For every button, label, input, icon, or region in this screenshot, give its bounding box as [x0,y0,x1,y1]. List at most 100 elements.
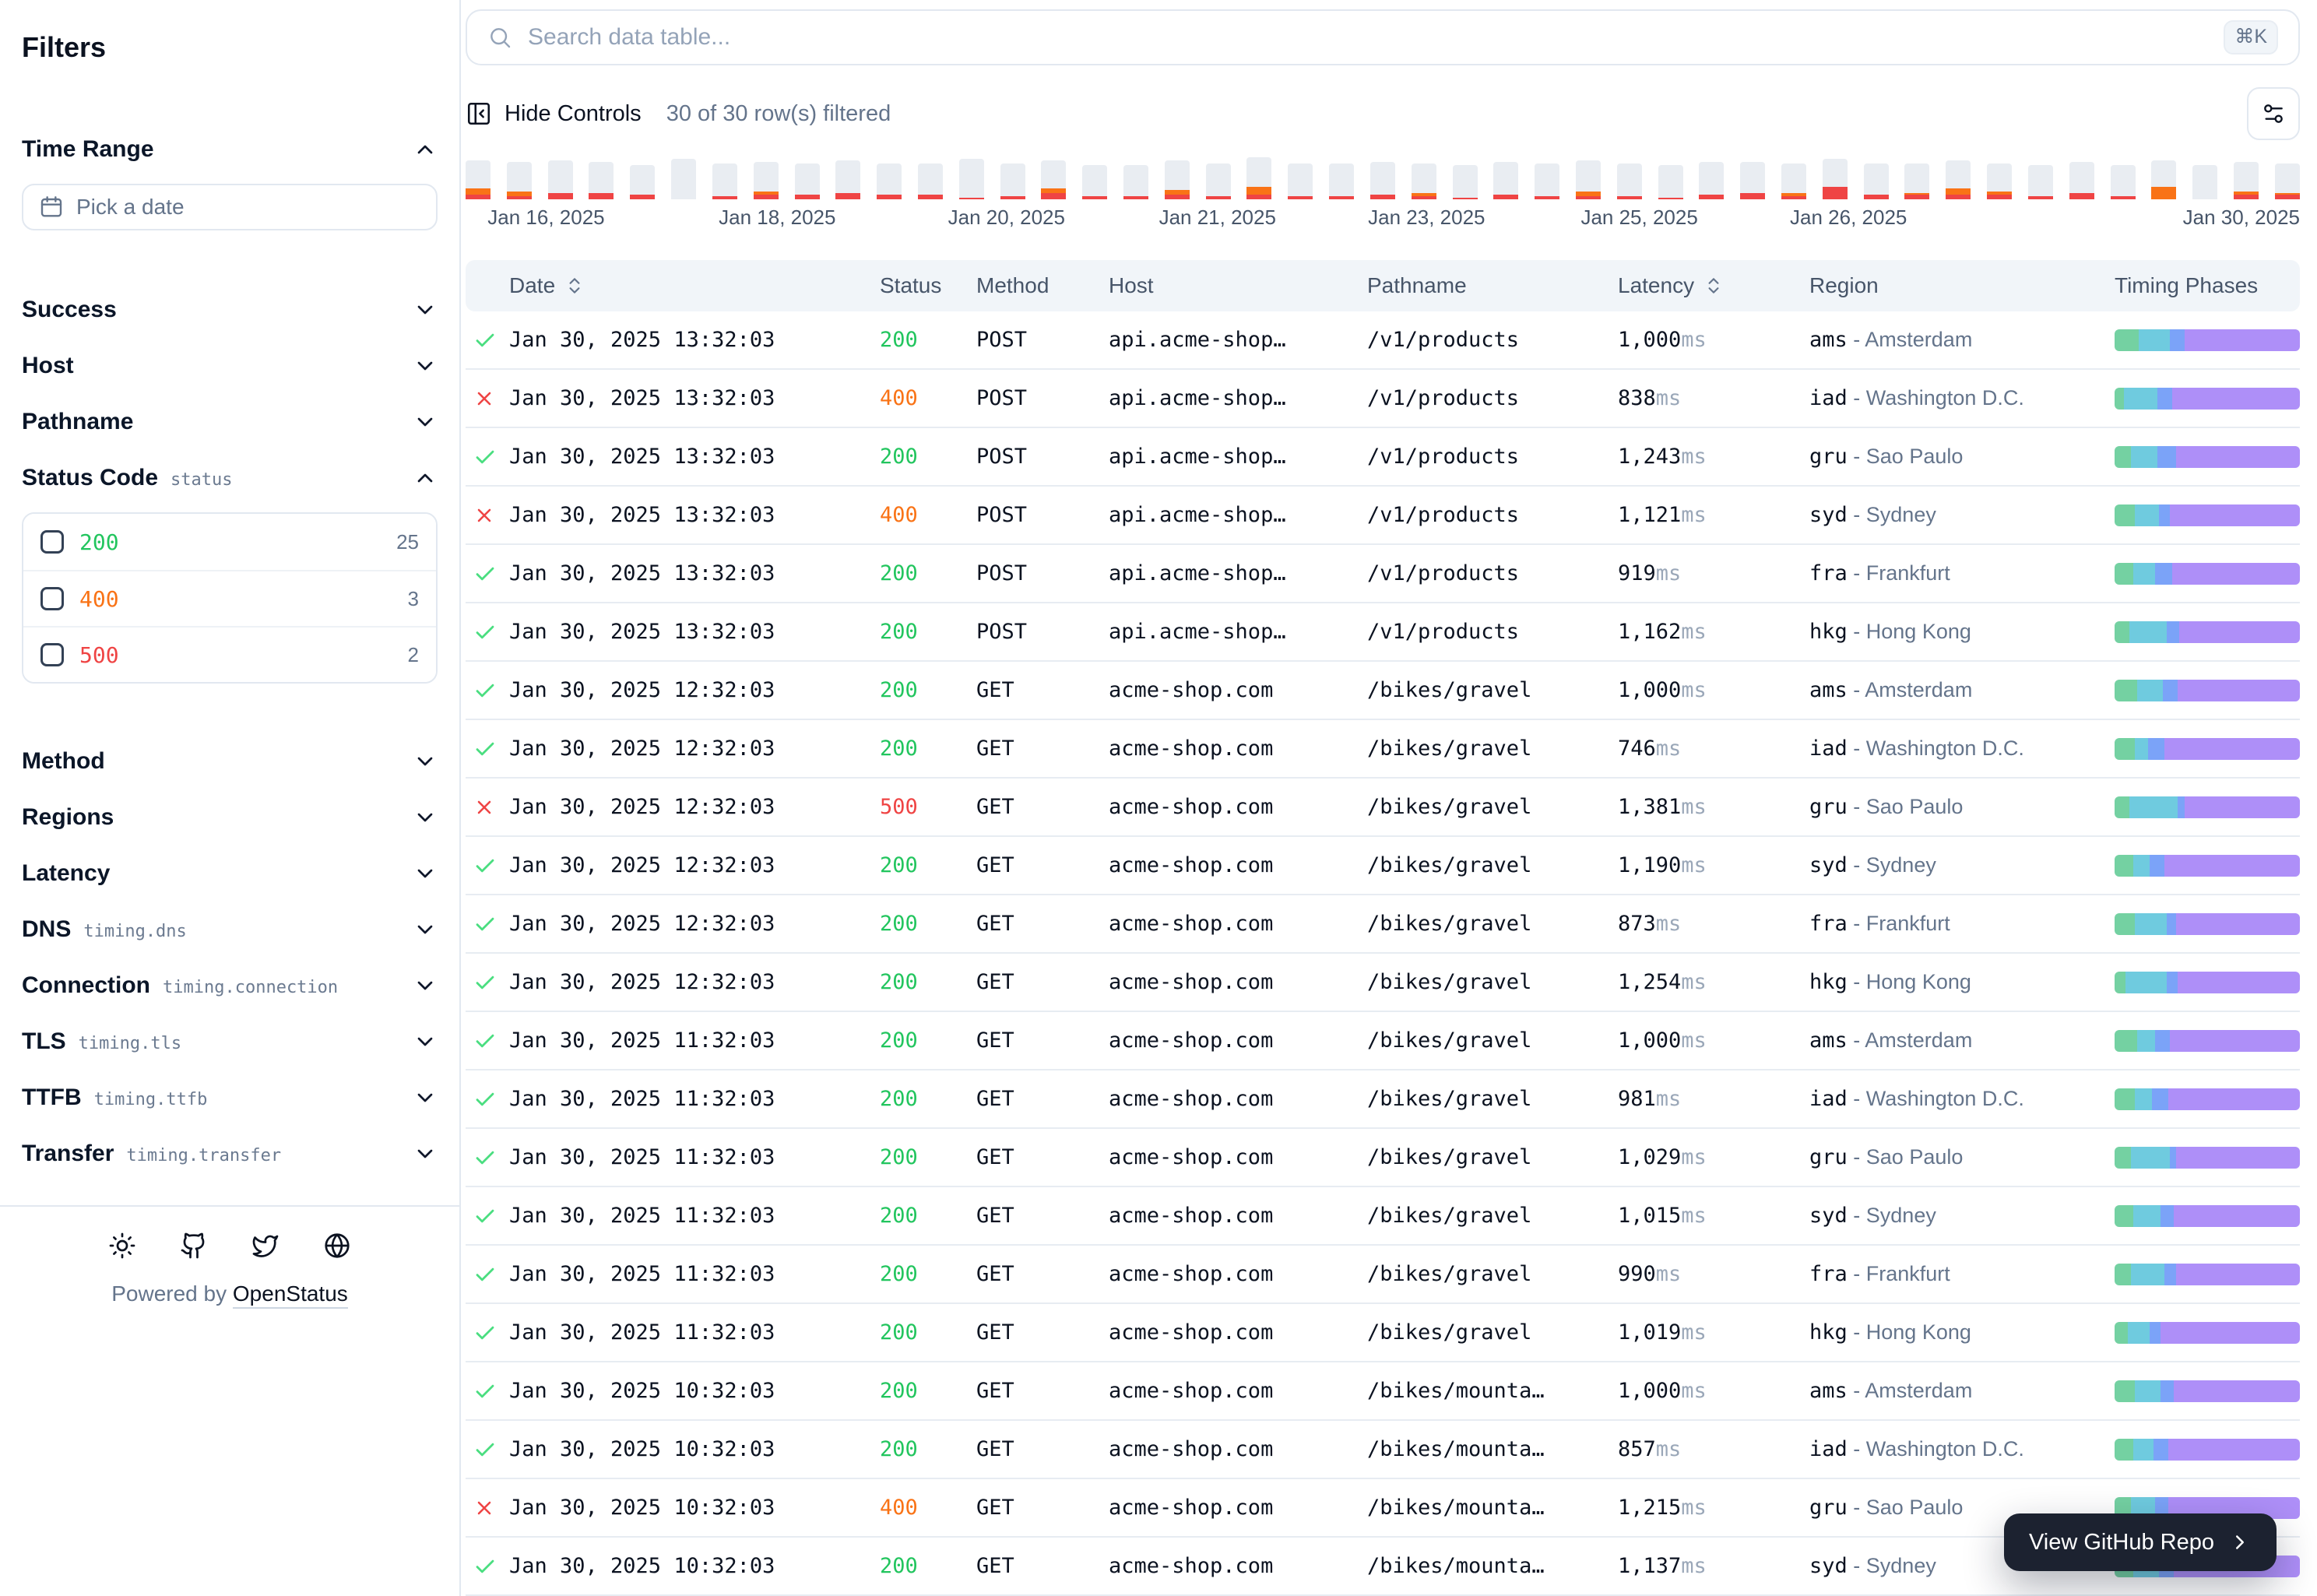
sort-icon[interactable] [1703,276,1724,296]
table-row[interactable]: Jan 30, 2025 12:32:03200GETacme-shop.com… [466,954,2300,1012]
timeline-bar[interactable] [1123,165,1148,199]
table-row[interactable]: Jan 30, 2025 12:32:03200GETacme-shop.com… [466,720,2300,779]
table-row[interactable]: Jan 30, 2025 11:32:03200GETacme-shop.com… [466,1246,2300,1304]
timeline-bar[interactable] [1412,163,1436,199]
timeline-bar[interactable] [589,162,614,199]
sidebar-section-status-code[interactable]: Status Code status [22,462,438,494]
sidebar-section-regions[interactable]: Regions [22,802,438,833]
timeline-bar[interactable] [1823,159,1848,199]
column-header-host[interactable]: Host [1109,273,1367,298]
timeline-bar[interactable] [1000,163,1025,199]
timeline-bar[interactable] [1576,160,1601,199]
column-header-latency[interactable]: Latency [1618,273,1809,298]
column-header-status[interactable]: Status [880,273,976,298]
timeline-bar[interactable] [1041,160,1066,199]
sidebar-section-method[interactable]: Method [22,746,438,777]
table-row[interactable]: Jan 30, 2025 12:32:03200GETacme-shop.com… [466,837,2300,895]
date-picker-button[interactable]: Pick a date [22,184,438,230]
timeline-bar[interactable] [2069,162,2094,199]
timeline-bar[interactable] [877,163,902,199]
timing-phases-bar[interactable] [2115,680,2300,701]
timing-phases-bar[interactable] [2115,388,2300,410]
timeline-bar[interactable] [1699,162,1724,199]
sidebar-section-host[interactable]: Host [22,350,438,381]
table-row[interactable]: Jan 30, 2025 13:32:03400POSTapi.acme-sho… [466,370,2300,428]
timeline-bar[interactable] [1370,162,1395,199]
timeline-bar[interactable] [1165,160,1190,199]
timing-phases-bar[interactable] [2115,1264,2300,1285]
timing-phases-bar[interactable] [2115,913,2300,935]
timeline-bar[interactable] [2111,165,2136,199]
column-header-timing-phases[interactable]: Timing Phases [2115,273,2300,298]
status-filter-row-200[interactable]: 20025 [23,514,436,570]
timeline-bar[interactable] [1082,165,1107,199]
sidebar-section-success[interactable]: Success [22,294,438,325]
timeline-bar[interactable] [548,160,573,199]
table-row[interactable]: Jan 30, 2025 13:32:03200POSTapi.acme-sho… [466,311,2300,370]
openstatus-link[interactable]: OpenStatus [233,1281,348,1309]
table-row[interactable]: Jan 30, 2025 13:32:03400POSTapi.acme-sho… [466,487,2300,545]
search-input[interactable]: Search data table... ⌘K [466,9,2300,65]
table-row[interactable]: Jan 30, 2025 12:32:03200GETacme-shop.com… [466,895,2300,954]
timing-phases-bar[interactable] [2115,446,2300,468]
timeline-bar[interactable] [1329,163,1354,199]
hide-controls-button[interactable]: Hide Controls [466,100,642,127]
timing-phases-bar[interactable] [2115,1322,2300,1344]
timeline-bar[interactable] [1288,163,1313,199]
timing-phases-bar[interactable] [2115,972,2300,993]
table-row[interactable]: Jan 30, 2025 11:32:03200GETacme-shop.com… [466,1129,2300,1187]
sidebar-section-dns[interactable]: DNS timing.dns [22,914,438,945]
checkbox[interactable] [40,530,64,554]
timeline-bar[interactable] [2151,160,2176,199]
timeline-bar[interactable] [1864,163,1889,199]
table-row[interactable]: Jan 30, 2025 11:32:03200GETacme-shop.com… [466,1012,2300,1070]
table-row[interactable]: Jan 30, 2025 12:32:03200GETacme-shop.com… [466,662,2300,720]
globe-icon[interactable] [323,1232,351,1260]
timeline-bar[interactable] [507,162,532,199]
sidebar-section-connection[interactable]: Connection timing.connection [22,970,438,1001]
sidebar-section-time-range[interactable]: Time Range [22,134,438,165]
timing-phases-bar[interactable] [2115,1147,2300,1169]
table-row[interactable]: Jan 30, 2025 11:32:03200GETacme-shop.com… [466,1187,2300,1246]
checkbox[interactable] [40,643,64,666]
timing-phases-bar[interactable] [2115,504,2300,526]
sort-icon[interactable] [564,276,585,296]
timeline-bar[interactable] [1658,165,1683,199]
timeline-bar[interactable] [671,159,696,199]
timeline-bar[interactable] [1453,165,1478,199]
sidebar-section-tls[interactable]: TLS timing.tls [22,1026,438,1057]
timing-phases-bar[interactable] [2115,738,2300,760]
timing-phases-bar[interactable] [2115,1205,2300,1227]
timeline-bar[interactable] [1246,157,1271,199]
table-row[interactable]: Jan 30, 2025 12:32:03500GETacme-shop.com… [466,779,2300,837]
table-row[interactable]: Jan 30, 2025 13:32:03200POSTapi.acme-sho… [466,545,2300,603]
timeline-bar[interactable] [2028,165,2053,199]
timeline-bar[interactable] [712,163,737,199]
twitter-icon[interactable] [251,1232,280,1260]
timeline-bar[interactable] [2275,163,2300,199]
timeline-bar[interactable] [959,159,984,199]
timing-phases-bar[interactable] [2115,796,2300,818]
timeline-bar[interactable] [918,163,943,199]
timeline-bar[interactable] [1617,163,1642,199]
timing-phases-bar[interactable] [2115,1380,2300,1402]
timeline-bar[interactable] [630,165,655,199]
timeline-bar[interactable] [2192,165,2217,199]
column-header-date[interactable]: Date [509,273,880,298]
timeline-bar[interactable] [1206,163,1231,199]
timing-phases-bar[interactable] [2115,1030,2300,1052]
timeline-bar[interactable] [1946,160,1971,199]
status-filter-row-400[interactable]: 4003 [23,570,436,626]
table-row[interactable]: Jan 30, 2025 11:32:03200GETacme-shop.com… [466,1304,2300,1362]
timing-phases-bar[interactable] [2115,1439,2300,1461]
timeline-bar[interactable] [754,162,779,199]
table-row[interactable]: Jan 30, 2025 13:32:03200POSTapi.acme-sho… [466,428,2300,487]
status-filter-row-500[interactable]: 5002 [23,626,436,682]
table-row[interactable]: Jan 30, 2025 10:32:03200GETacme-shop.com… [466,1421,2300,1479]
timeline-bar[interactable] [1493,162,1518,199]
sidebar-section-transfer[interactable]: Transfer timing.transfer [22,1138,438,1169]
view-github-repo-button[interactable]: View GitHub Repo [2004,1513,2277,1571]
timeline-bar[interactable] [1535,163,1559,199]
table-row[interactable]: Jan 30, 2025 11:32:03200GETacme-shop.com… [466,1070,2300,1129]
column-header-pathname[interactable]: Pathname [1367,273,1618,298]
